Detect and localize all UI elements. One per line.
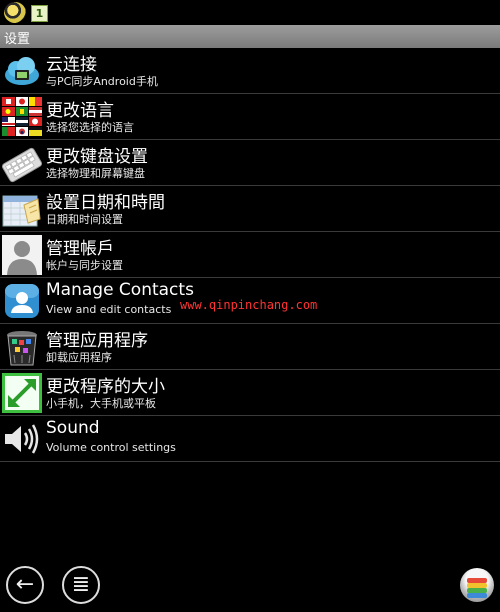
item-subtitle: 日期和时间设置 <box>46 213 123 226</box>
flags-icon <box>2 97 42 136</box>
page-title: 设置 <box>4 32 31 47</box>
settings-item-sound[interactable]: Sound Volume control settings <box>0 416 500 462</box>
bottom-nav-bar: ← ≣ <box>0 560 500 612</box>
bluestacks-logo-icon[interactable] <box>460 568 494 602</box>
settings-item-keyboard[interactable]: 更改键盘设置 选择物理和屏幕键盘 <box>0 140 500 186</box>
item-title: 管理帳戶 <box>46 239 114 259</box>
item-title: 更改键盘设置 <box>46 147 148 167</box>
back-button[interactable]: ← <box>6 566 44 604</box>
settings-item-accounts[interactable]: 管理帳戶 帐户与同步设置 <box>0 232 500 278</box>
badge-notification-icon: 1 <box>31 5 48 22</box>
settings-item-date-time[interactable]: 設置日期和時間 日期和时间设置 <box>0 186 500 232</box>
item-title: 更改程序的大小 <box>46 377 165 397</box>
item-subtitle: 与PC同步Android手机 <box>46 75 158 88</box>
speaker-icon <box>5 424 39 454</box>
item-subtitle: 帐户与同步设置 <box>46 259 123 272</box>
item-subtitle: 卸载应用程序 <box>46 351 112 364</box>
title-bar: 设置 <box>0 25 500 48</box>
settings-list: 云连接 与PC同步Android手机 更改语言 选择您选择的语言 更改键盘设置 … <box>0 48 500 462</box>
item-title: Sound <box>46 418 100 438</box>
account-icon <box>2 235 42 275</box>
calendar-icon <box>2 195 41 227</box>
status-bar: 1 <box>0 0 500 25</box>
item-title: 云连接 <box>46 55 97 75</box>
item-title: 更改语言 <box>46 101 114 121</box>
item-subtitle: 选择您选择的语言 <box>46 121 134 134</box>
contacts-icon <box>5 284 39 318</box>
trash-icon <box>7 331 37 366</box>
keyboard-icon <box>2 147 42 183</box>
settings-item-cloud-connect[interactable]: 云连接 与PC同步Android手机 <box>0 48 500 94</box>
item-subtitle: 小手机，大手机或平板 <box>46 397 156 410</box>
resize-icon <box>2 373 42 413</box>
settings-item-resize[interactable]: 更改程序的大小 小手机，大手机或平板 <box>0 370 500 416</box>
app-notification-icon <box>4 2 26 23</box>
menu-button[interactable]: ≣ <box>62 566 100 604</box>
item-subtitle: Volume control settings <box>46 441 176 454</box>
settings-item-manage-apps[interactable]: 管理应用程序 卸载应用程序 <box>0 324 500 370</box>
item-subtitle: 选择物理和屏幕键盘 <box>46 167 145 180</box>
item-title: Manage Contacts <box>46 280 194 300</box>
cloud-icon <box>5 57 39 85</box>
settings-item-language[interactable]: 更改语言 选择您选择的语言 <box>0 94 500 140</box>
item-title: 管理应用程序 <box>46 331 148 351</box>
item-subtitle: View and edit contacts <box>46 303 172 316</box>
watermark-text: www.qinpinchang.com <box>180 298 318 312</box>
item-title: 設置日期和時間 <box>46 193 165 213</box>
